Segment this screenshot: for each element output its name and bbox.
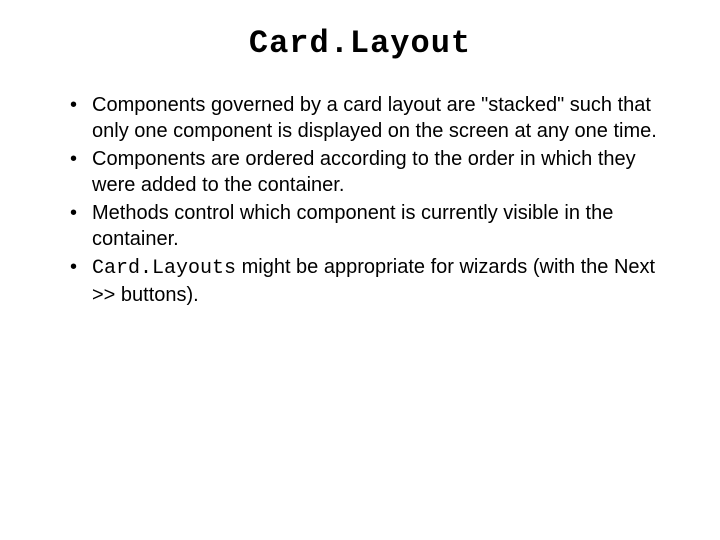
list-item: Card.Layouts might be appropriate for wi… <box>70 254 680 308</box>
page-title: Card.Layout <box>40 25 680 62</box>
list-item: Methods control which component is curre… <box>70 200 680 252</box>
bullet-list: Components governed by a card layout are… <box>40 92 680 308</box>
list-item: Components are ordered according to the … <box>70 146 680 198</box>
list-item: Components governed by a card layout are… <box>70 92 680 144</box>
inline-code: Card.Layouts <box>92 257 236 280</box>
